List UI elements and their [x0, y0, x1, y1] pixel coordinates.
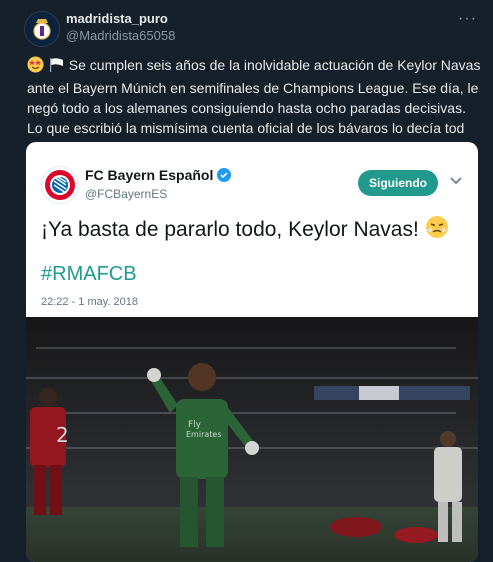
verified-badge-icon	[217, 168, 232, 182]
real-madrid-crest-icon	[25, 12, 59, 46]
author-name[interactable]: madridista_puro	[66, 11, 168, 26]
bayern-crest-icon	[45, 170, 75, 200]
triumph-face-emoji-icon	[425, 215, 449, 245]
author-handle[interactable]: @Madridista65058	[66, 28, 175, 43]
embedded-tweet-card[interactable]: FC Bayern Español @FCBayernES Siguiendo …	[26, 142, 478, 562]
bayern-logo-avatar[interactable]	[41, 166, 79, 204]
tweet: madridista_puro @Madridista65058 ··· Se …	[0, 0, 493, 562]
hashtag-link[interactable]: #RMAFCB	[41, 263, 137, 286]
chevron-down-icon[interactable]	[450, 174, 462, 188]
embedded-quote-text: ¡Ya basta de pararlo todo, Keylor Navas!	[41, 218, 419, 241]
tweet-body: Se cumplen seis años de la inolvidable a…	[27, 57, 481, 136]
embedded-author-handle[interactable]: @FCBayernES	[85, 187, 167, 201]
tweet-text: Se cumplen seis años de la inolvidable a…	[27, 55, 483, 138]
avatar[interactable]	[24, 11, 60, 47]
embedded-quote: ¡Ya basta de pararlo todo, Keylor Navas!	[41, 215, 449, 245]
star-struck-emoji-icon	[27, 56, 44, 78]
embedded-date[interactable]: 22:22 - 1 may. 2018	[41, 296, 138, 308]
white-flag-emoji-icon	[48, 56, 65, 78]
embedded-author-name[interactable]: FC Bayern Español	[85, 167, 232, 183]
more-icon[interactable]: ···	[458, 10, 477, 28]
match-photo[interactable]: 2 Fly Emirates	[26, 317, 478, 562]
embedded-author-name-text: FC Bayern Español	[85, 167, 214, 183]
following-button[interactable]: Siguiendo	[358, 170, 438, 196]
